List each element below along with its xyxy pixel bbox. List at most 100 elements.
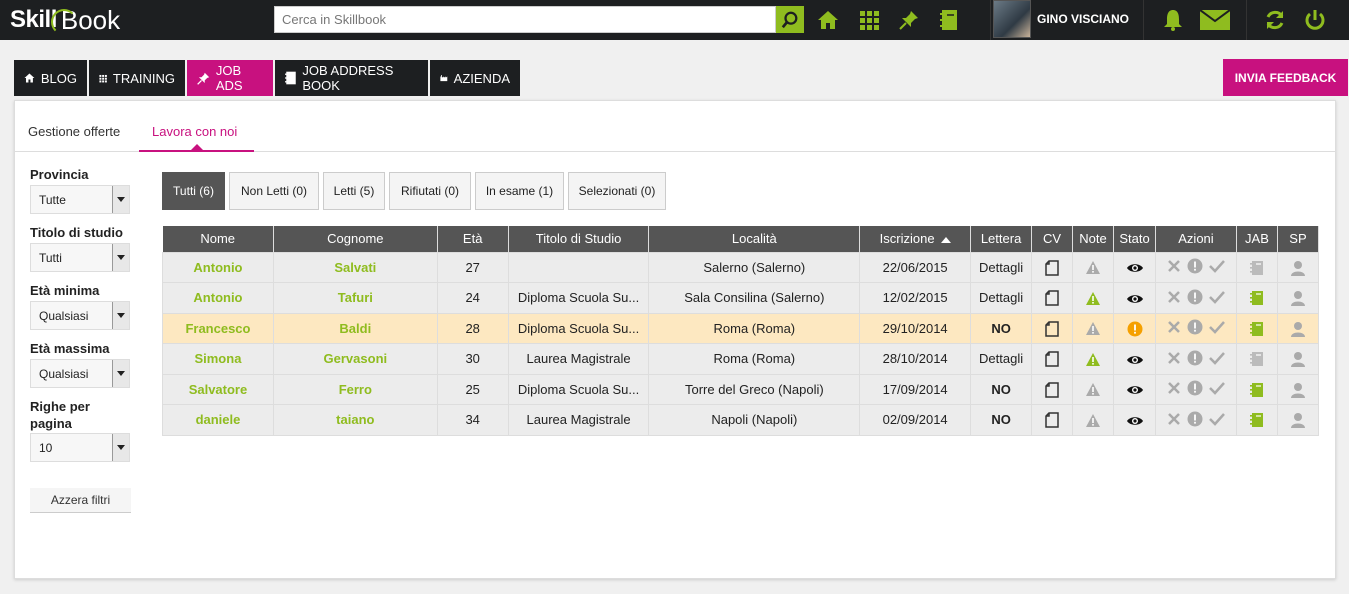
col-titolo[interactable]: Titolo di Studio bbox=[508, 226, 650, 252]
cell-sp[interactable] bbox=[1276, 282, 1320, 314]
tab-azienda[interactable]: AZIENDA bbox=[430, 60, 520, 96]
cell-note[interactable] bbox=[1072, 251, 1115, 283]
filter-eta-max-select[interactable]: Qualsiasi bbox=[30, 359, 130, 388]
user-name[interactable]: GINO VISCIANO bbox=[1037, 12, 1129, 26]
cell-sp[interactable] bbox=[1276, 343, 1320, 375]
cell-sp[interactable] bbox=[1276, 312, 1320, 344]
cell-nome[interactable]: Simona bbox=[162, 343, 274, 375]
tab-job-address-book[interactable]: JOB ADDRESS BOOK bbox=[275, 60, 428, 96]
reject-icon[interactable] bbox=[1167, 412, 1181, 426]
filter-eta-min-select[interactable]: Qualsiasi bbox=[30, 301, 130, 330]
search-button[interactable] bbox=[776, 6, 804, 33]
cell-cv[interactable] bbox=[1031, 343, 1074, 375]
cell-cv[interactable] bbox=[1031, 282, 1074, 314]
col-stato[interactable]: Stato bbox=[1113, 226, 1156, 252]
review-icon[interactable] bbox=[1187, 319, 1203, 335]
cell-note[interactable] bbox=[1072, 312, 1115, 344]
skillbook-logo[interactable]: Skill Book bbox=[10, 3, 120, 37]
col-iscrizione[interactable]: Iscrizione bbox=[859, 226, 972, 252]
cell-nome[interactable]: Salvatore bbox=[162, 373, 274, 405]
cell-nome[interactable]: Antonio bbox=[162, 282, 274, 314]
cell-jab[interactable] bbox=[1235, 404, 1278, 436]
tab-job-ads[interactable]: JOB ADS bbox=[187, 60, 273, 96]
table-row[interactable]: Salvatore Ferro 25 Diploma Scuola Su... Torr… bbox=[162, 373, 1320, 405]
avatar[interactable] bbox=[993, 0, 1031, 38]
cell-cv[interactable] bbox=[1031, 312, 1074, 344]
tab-blog[interactable]: BLOG bbox=[14, 60, 87, 96]
col-cv[interactable]: CV bbox=[1031, 226, 1074, 252]
reject-icon[interactable] bbox=[1167, 290, 1181, 304]
cell-note[interactable] bbox=[1072, 343, 1115, 375]
feedback-button[interactable]: INVIA FEEDBACK bbox=[1223, 59, 1348, 96]
cell-cognome[interactable]: Salvati bbox=[272, 251, 438, 283]
reset-filters-button[interactable]: Azzera filtri bbox=[30, 488, 131, 513]
review-icon[interactable] bbox=[1187, 411, 1203, 427]
col-localita[interactable]: Località bbox=[648, 226, 861, 252]
reject-icon[interactable] bbox=[1167, 381, 1181, 395]
reject-icon[interactable] bbox=[1167, 351, 1181, 365]
col-eta[interactable]: Età bbox=[437, 226, 509, 252]
subtab-gestione-offerte[interactable]: Gestione offerte bbox=[28, 124, 120, 139]
cell-stato[interactable] bbox=[1113, 251, 1156, 283]
col-nome[interactable]: Nome bbox=[162, 226, 274, 252]
filter-titolo-select[interactable]: Tutti bbox=[30, 243, 130, 272]
cell-lettera[interactable]: Dettagli bbox=[970, 282, 1033, 314]
cell-sp[interactable] bbox=[1276, 404, 1320, 436]
approve-icon[interactable] bbox=[1209, 351, 1225, 365]
cell-jab[interactable] bbox=[1235, 282, 1278, 314]
bell-icon[interactable] bbox=[1161, 8, 1185, 32]
col-jab[interactable]: JAB bbox=[1236, 226, 1278, 252]
reject-icon[interactable] bbox=[1167, 320, 1181, 334]
approve-icon[interactable] bbox=[1209, 259, 1225, 274]
cell-stato[interactable] bbox=[1113, 404, 1156, 436]
approve-icon[interactable] bbox=[1209, 290, 1225, 304]
table-row[interactable]: Antonio Salvati 27 Salerno (Salerno) 22/06/2… bbox=[162, 251, 1320, 283]
cell-nome[interactable]: daniele bbox=[162, 404, 274, 436]
search-input[interactable]: Cerca in Skillbook bbox=[274, 6, 776, 33]
table-row[interactable]: Simona Gervasoni 30 Laurea Magistrale Roma (… bbox=[162, 343, 1320, 375]
approve-icon[interactable] bbox=[1209, 381, 1225, 396]
status-filter-letti[interactable]: Letti (5) bbox=[323, 172, 385, 210]
cell-note[interactable] bbox=[1072, 373, 1115, 405]
cell-cognome[interactable]: Tafuri bbox=[272, 282, 438, 314]
grid-icon[interactable] bbox=[857, 8, 881, 32]
subtab-lavora-con-noi[interactable]: Lavora con noi bbox=[152, 124, 237, 139]
pin-icon[interactable] bbox=[897, 8, 921, 32]
cell-nome[interactable]: Francesco bbox=[162, 312, 274, 344]
status-filter-rifiutati[interactable]: Rifiutati (0) bbox=[389, 172, 471, 210]
refresh-icon[interactable] bbox=[1263, 8, 1287, 32]
table-row[interactable]: Antonio Tafuri 24 Diploma Scuola Su... Sala … bbox=[162, 282, 1320, 314]
status-filter-tutti[interactable]: Tutti (6) bbox=[162, 172, 225, 210]
review-icon[interactable] bbox=[1187, 258, 1203, 274]
approve-icon[interactable] bbox=[1209, 412, 1225, 426]
cell-lettera[interactable]: Dettagli bbox=[970, 251, 1033, 283]
cell-sp[interactable] bbox=[1276, 373, 1320, 405]
cell-stato[interactable] bbox=[1113, 312, 1156, 344]
cell-stato[interactable] bbox=[1113, 343, 1156, 375]
table-row[interactable]: daniele taiano 34 Laurea Magistrale Napoli (… bbox=[162, 404, 1320, 436]
status-filter-in-esame[interactable]: In esame (1) bbox=[475, 172, 564, 210]
col-cognome[interactable]: Cognome bbox=[273, 226, 438, 252]
cell-jab[interactable] bbox=[1235, 373, 1278, 405]
mail-icon[interactable] bbox=[1199, 8, 1231, 32]
cell-cv[interactable] bbox=[1031, 251, 1074, 283]
cell-note[interactable] bbox=[1072, 282, 1115, 314]
col-note[interactable]: Note bbox=[1072, 226, 1115, 252]
cell-cognome[interactable]: Ferro bbox=[272, 373, 438, 405]
cell-cognome[interactable]: Gervasoni bbox=[272, 343, 438, 375]
reject-icon[interactable] bbox=[1167, 259, 1181, 273]
cell-sp[interactable] bbox=[1276, 251, 1320, 283]
review-icon[interactable] bbox=[1187, 380, 1203, 396]
cell-nome[interactable]: Antonio bbox=[162, 251, 274, 283]
cell-cognome[interactable]: taiano bbox=[272, 404, 438, 436]
address-book-icon[interactable] bbox=[937, 8, 961, 32]
cell-cv[interactable] bbox=[1031, 373, 1074, 405]
approve-icon[interactable] bbox=[1209, 320, 1225, 335]
cell-note[interactable] bbox=[1072, 404, 1115, 436]
tab-training[interactable]: TRAINING bbox=[89, 60, 185, 96]
review-icon[interactable] bbox=[1187, 289, 1203, 305]
col-lettera[interactable]: Lettera bbox=[970, 226, 1033, 252]
col-sp[interactable]: SP bbox=[1277, 226, 1320, 252]
cell-jab[interactable] bbox=[1235, 312, 1278, 344]
home-icon[interactable] bbox=[816, 8, 840, 32]
